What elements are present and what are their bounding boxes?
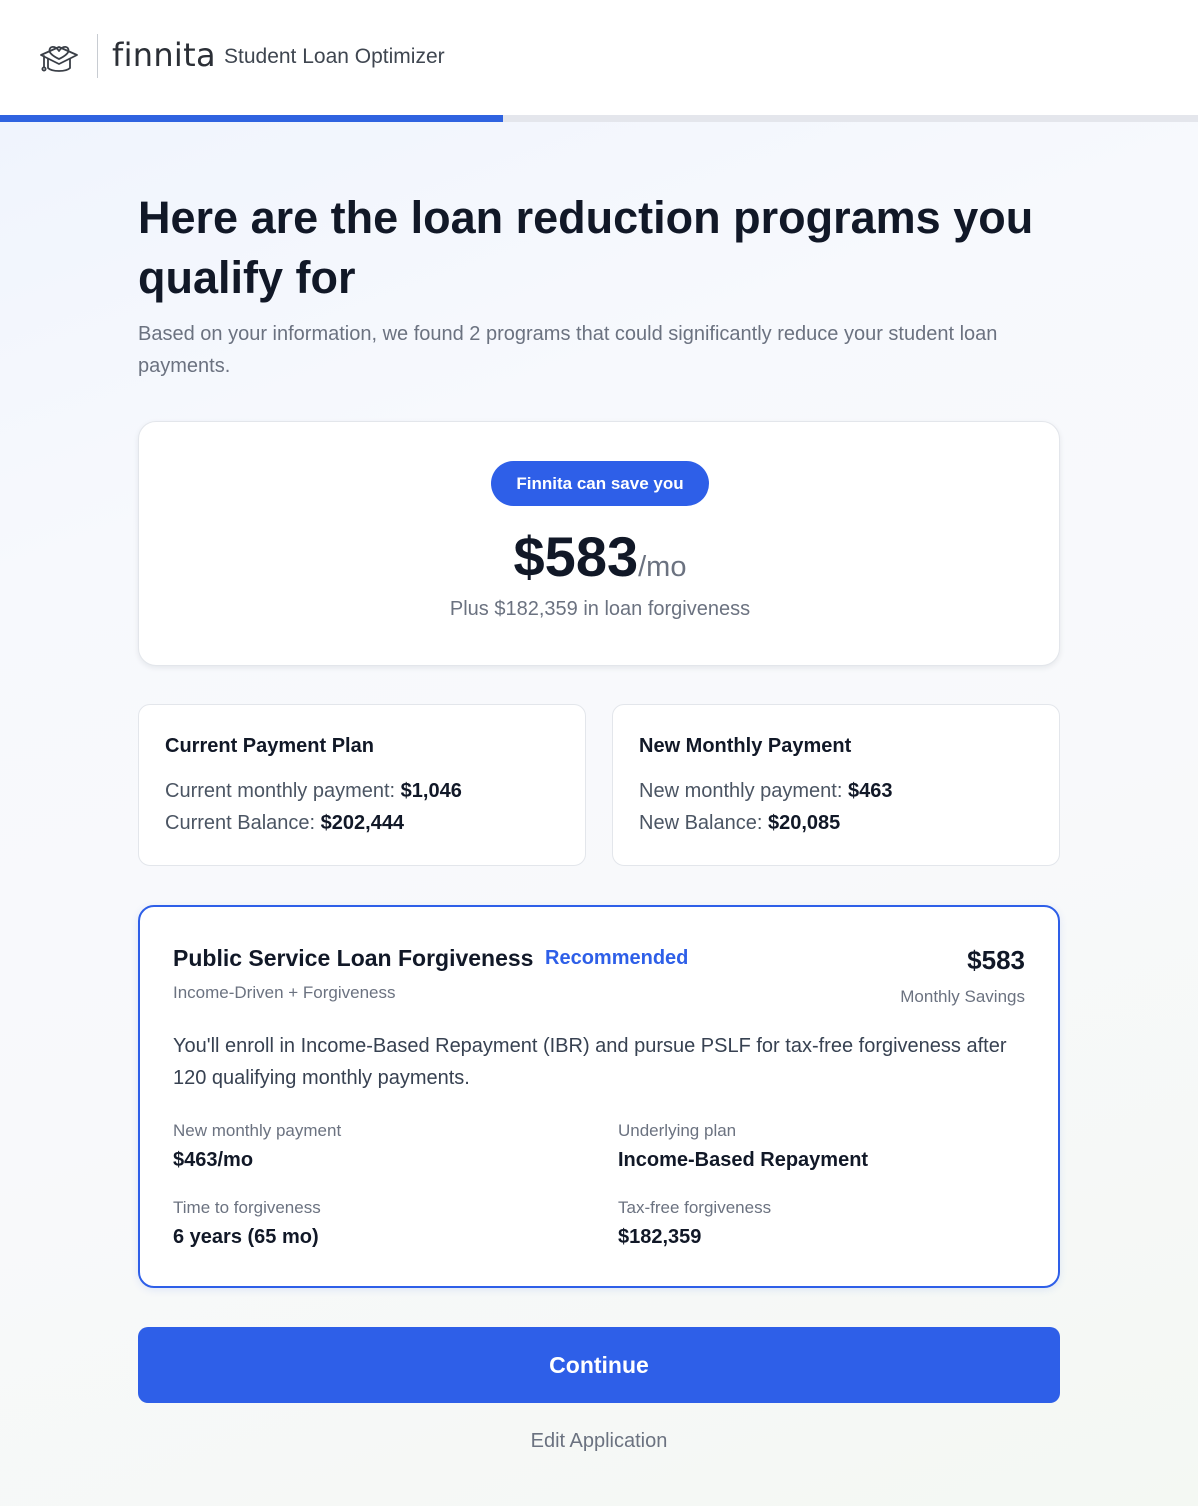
program-type: Income-Driven + Forgiveness — [173, 983, 396, 1002]
detail-label: Time to forgiveness — [173, 1198, 321, 1217]
program-savings-amount: $583 — [967, 945, 1025, 975]
new-balance-value: $20,085 — [767, 812, 841, 834]
savings-pill: Finnita can save you — [491, 461, 709, 506]
current-payment-line: Current monthly payment: $1,046 — [165, 780, 462, 802]
detail-value: 6 years (65 mo) — [173, 1226, 319, 1248]
current-plan-card: Current Payment Plan Current monthly pay… — [138, 704, 586, 866]
progress-bar — [0, 115, 1198, 122]
detail-label: New monthly payment — [173, 1121, 342, 1140]
savings-amount: $583 — [513, 525, 639, 588]
savings-unit: /mo — [638, 551, 687, 583]
logo-divider — [97, 34, 98, 78]
page-title: Here are the loan reduction programs you… — [138, 192, 1034, 303]
app-header: finnita Student Loan Optimizer — [0, 0, 1198, 115]
brand-logo-text[interactable]: finnita — [112, 36, 216, 74]
new-payment-line: New monthly payment: $463 — [639, 780, 893, 802]
forgiveness-summary: Plus $182,359 in loan forgiveness — [449, 598, 751, 620]
savings-summary-card: Finnita can save you $583/mo Plus $182,3… — [138, 421, 1060, 666]
recommended-badge: Recommended — [545, 947, 689, 969]
page-subtitle: Based on your information, we found 2 pr… — [138, 323, 998, 377]
new-payment-value: $463 — [847, 780, 893, 802]
graduation-cap-heart-icon — [40, 45, 78, 72]
detail-value: $182,359 — [618, 1226, 702, 1248]
detail-label: Underlying plan — [618, 1121, 737, 1140]
new-plan-title: New Monthly Payment — [639, 735, 852, 757]
current-balance-line: Current Balance: $202,444 — [165, 812, 405, 834]
current-payment-value: $1,046 — [400, 780, 462, 802]
program-name: Public Service Loan Forgiveness — [173, 945, 534, 971]
edit-application-link[interactable]: Edit Application — [138, 1430, 1060, 1453]
current-plan-title: Current Payment Plan — [165, 735, 374, 757]
detail-value: Income-Based Repayment — [618, 1149, 869, 1171]
detail-value: $463/mo — [173, 1149, 254, 1171]
savings-amount-row: $583/mo — [139, 522, 1061, 607]
program-card-pslf[interactable]: Public Service Loan Forgiveness Recommen… — [138, 905, 1060, 1288]
continue-button[interactable]: Continue — [138, 1327, 1060, 1403]
new-plan-card: New Monthly Payment New monthly payment:… — [612, 704, 1060, 866]
current-balance-value: $202,444 — [320, 812, 405, 834]
program-description: You'll enroll in Income-Based Repayment … — [173, 1035, 1007, 1089]
detail-label: Tax-free forgiveness — [618, 1198, 772, 1217]
app-name: Student Loan Optimizer — [224, 45, 445, 68]
new-balance-line: New Balance: $20,085 — [639, 812, 841, 834]
progress-bar-fill — [0, 115, 504, 122]
program-savings-label: Monthly Savings — [900, 987, 1025, 1006]
